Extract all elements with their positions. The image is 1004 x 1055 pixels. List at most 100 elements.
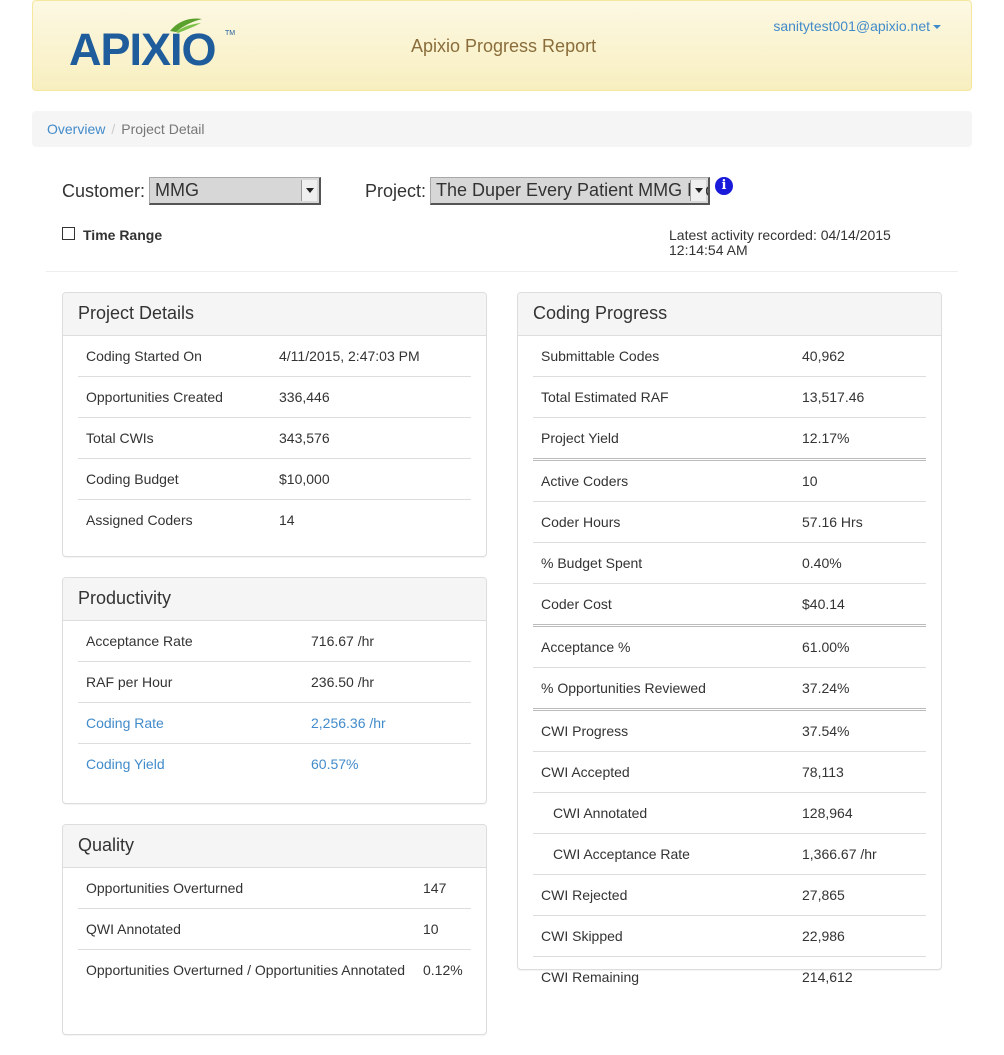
customer-select[interactable]: MMG <box>149 177 321 205</box>
row-value: 343,576 <box>271 417 471 459</box>
quality-table: Opportunities Overturned 147 QWI Annotated… <box>78 868 471 990</box>
row-value: 0.40% <box>794 542 926 584</box>
row-label: Submittable Codes <box>541 348 660 364</box>
customer-label: Customer: <box>62 181 146 201</box>
divider <box>46 271 958 272</box>
dropdown-arrow-icon[interactable] <box>690 180 706 201</box>
row-value: 61.00% <box>794 624 926 668</box>
row-value: $40.14 <box>794 583 926 626</box>
productivity-table: Acceptance Rate 716.67 /hr RAF per Hour 236… <box>78 621 471 784</box>
table-row: % Budget Spent 0.40% <box>533 542 926 584</box>
info-icon[interactable]: i <box>715 177 733 195</box>
logo-text: APIXIO <box>69 24 217 75</box>
table-row: Active Coders 10 <box>533 458 926 502</box>
row-value: 10 <box>794 458 926 502</box>
row-value: 10 <box>415 908 471 950</box>
table-row: CWI Acceptance Rate 1,366.67 /hr <box>533 833 926 875</box>
productivity-panel: Productivity Acceptance Rate 716.67 /hr RA… <box>62 577 487 804</box>
row-label: CWI Acceptance Rate <box>533 833 794 875</box>
row-value: 13,517.46 <box>794 376 926 418</box>
row-label: % Budget Spent <box>533 542 794 584</box>
row-value: 214,612 <box>794 956 926 997</box>
project-select[interactable]: The Duper Every Patient MMG Project <box>430 177 710 205</box>
table-row: Submittable Codes 40,962 <box>533 336 926 377</box>
app-title: Apixio Progress Report <box>411 36 597 56</box>
row-label: Project Yield <box>533 417 794 460</box>
customer-select-value: MMG <box>155 180 199 200</box>
table-row: QWI Annotated 10 <box>78 908 471 950</box>
row-label: CWI Progress <box>533 708 794 752</box>
table-row: Opportunities Overturned / Opportunities… <box>78 949 471 990</box>
row-value[interactable]: 60.57% <box>303 743 471 784</box>
table-row: Coding Started On 4/11/2015, 2:47:03 PM <box>78 336 471 377</box>
row-value: 27,865 <box>794 874 926 916</box>
row-value: 1,366.67 /hr <box>794 833 926 875</box>
row-value: 12.17% <box>794 417 926 460</box>
row-label: Coding Budget <box>78 458 271 500</box>
dropdown-arrow-icon[interactable] <box>301 180 317 201</box>
breadcrumb-overview[interactable]: Overview <box>47 121 105 137</box>
row-label: CWI Skipped <box>533 915 794 957</box>
table-row[interactable]: Coding Rate 2,256.36 /hr <box>78 702 471 744</box>
row-value: 128,964 <box>794 792 926 834</box>
row-value: 40,962 <box>802 348 845 364</box>
apixio-logo[interactable]: APIXIO TM <box>69 17 239 73</box>
row-value[interactable]: 2,256.36 /hr <box>303 702 471 744</box>
row-label: Total Estimated RAF <box>533 376 794 418</box>
table-row: Coder Cost $40.14 <box>533 583 926 626</box>
logo-trademark: TM <box>225 30 236 37</box>
row-label: Coder Hours <box>533 501 794 543</box>
row-label: Opportunities Overturned <box>86 880 244 896</box>
row-value: 4/11/2015, 2:47:03 PM <box>279 348 420 364</box>
row-label: Coding Started On <box>86 348 202 364</box>
row-label: Acceptance % <box>533 624 794 668</box>
row-value: 0.12% <box>415 949 471 990</box>
row-label: % Opportunities Reviewed <box>533 667 794 710</box>
row-label: CWI Rejected <box>533 874 794 916</box>
row-label[interactable]: Coding Yield <box>78 743 303 784</box>
coding-progress-panel: Coding Progress Submittable Codes 40,962 T… <box>517 292 942 997</box>
coding-progress-table: Submittable Codes 40,962 Total Estimated R… <box>533 336 926 997</box>
user-menu[interactable]: sanitytest001@apixio.net <box>773 18 941 34</box>
row-label: Coder Cost <box>533 583 794 626</box>
row-label: Acceptance Rate <box>86 633 193 649</box>
time-range-checkbox[interactable] <box>62 227 75 240</box>
row-value: 236.50 /hr <box>303 661 471 703</box>
user-email[interactable]: sanitytest001@apixio.net <box>773 18 930 34</box>
row-label: QWI Annotated <box>78 908 415 950</box>
row-value: 37.24% <box>794 667 926 710</box>
row-label: Assigned Coders <box>78 499 271 540</box>
table-row: RAF per Hour 236.50 /hr <box>78 661 471 703</box>
table-row: CWI Annotated 128,964 <box>533 792 926 834</box>
row-label[interactable]: Coding Rate <box>78 702 303 744</box>
project-details-panel: Project Details Coding Started On 4/11/20… <box>62 292 487 557</box>
breadcrumb: Overview / Project Detail <box>32 111 972 147</box>
table-row: Opportunities Created 336,446 <box>78 376 471 418</box>
panel-title: Coding Progress <box>518 293 941 336</box>
row-label: CWI Remaining <box>533 956 794 997</box>
project-select-value: The Duper Every Patient MMG Project <box>436 180 708 200</box>
row-label: Total CWIs <box>78 417 271 459</box>
table-row: Project Yield 12.17% <box>533 417 926 460</box>
table-row: CWI Progress 37.54% <box>533 708 926 752</box>
row-value: 57.16 Hrs <box>794 501 926 543</box>
table-row: CWI Rejected 27,865 <box>533 874 926 916</box>
chevron-down-icon[interactable] <box>933 25 941 30</box>
table-row: Acceptance % 61.00% <box>533 624 926 668</box>
panel-title: Quality <box>63 825 486 868</box>
row-value: 336,446 <box>271 376 471 418</box>
table-row: Coding Budget $10,000 <box>78 458 471 500</box>
table-row: CWI Accepted 78,113 <box>533 751 926 793</box>
table-row: CWI Skipped 22,986 <box>533 915 926 957</box>
table-row: Total Estimated RAF 13,517.46 <box>533 376 926 418</box>
time-range-label[interactable]: Time Range <box>83 227 162 243</box>
row-value: $10,000 <box>271 458 471 500</box>
table-row[interactable]: Coding Yield 60.57% <box>78 743 471 784</box>
row-label: Opportunities Created <box>78 376 271 418</box>
row-value: 78,113 <box>794 751 926 793</box>
row-label: Opportunities Overturned / Opportunities… <box>78 949 415 990</box>
table-row: Coder Hours 57.16 Hrs <box>533 501 926 543</box>
table-row: % Opportunities Reviewed 37.24% <box>533 667 926 710</box>
page-header: APIXIO TM Apixio Progress Report sanityt… <box>32 0 972 91</box>
row-value: 14 <box>271 499 471 540</box>
